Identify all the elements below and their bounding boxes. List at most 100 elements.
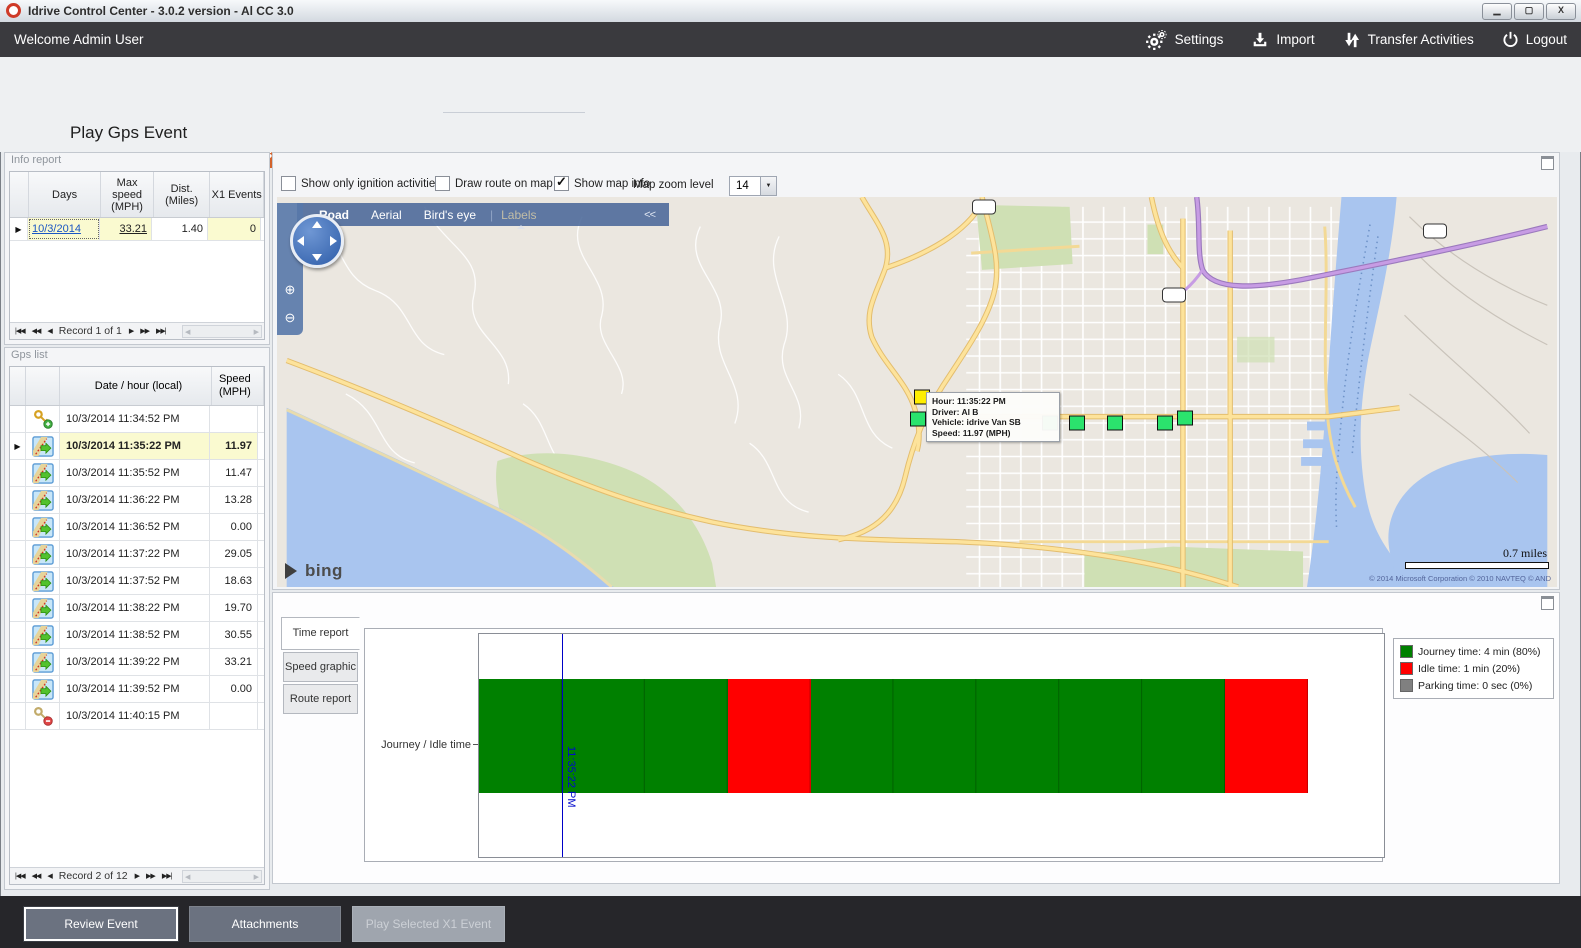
gps-marker[interactable] xyxy=(1107,416,1123,431)
play-selected-x1-event-button[interactable]: Play Selected X1 Event xyxy=(352,906,505,942)
welcome-text: Welcome Admin User xyxy=(14,22,144,57)
maximize-button[interactable]: ▢ xyxy=(1514,3,1544,20)
gps-list-row[interactable]: ▶ 10/3/2014 11:35:52 PM 11.47 xyxy=(10,460,264,487)
highway-shield xyxy=(972,200,996,215)
map-viewport[interactable]: Hour: 11:35:22 PM Driver: Al B Vehicle: … xyxy=(277,197,1557,587)
info-table-row[interactable]: ▶ 10/3/2014 33.21 1.40 0 xyxy=(10,218,264,241)
logout-button[interactable]: Logout xyxy=(1502,31,1567,48)
maximize-panel-icon[interactable] xyxy=(1541,156,1554,170)
transfer-activities-button[interactable]: Transfer Activities xyxy=(1343,31,1474,49)
highway-shield xyxy=(1423,224,1447,239)
gps-list-row[interactable]: ▶ 10/3/2014 11:36:22 PM 13.28 xyxy=(10,487,264,514)
map-style-aerial[interactable]: Aerial xyxy=(371,208,402,222)
column-header[interactable]: Date / hour (local) xyxy=(60,367,212,405)
prev-record-button[interactable]: ◀ xyxy=(47,327,51,335)
nav-tab-bar: Dashboard Events & Reviews MERGE Dvr GPS… xyxy=(0,57,1581,113)
gps-list-row[interactable]: ▶ 10/3/2014 11:35:22 PM 11.97 xyxy=(10,433,264,460)
import-button[interactable]: Import xyxy=(1251,31,1314,49)
gears-icon xyxy=(1146,30,1168,50)
close-button[interactable]: X xyxy=(1546,3,1576,20)
tab-speed-graphic[interactable]: Speed graphic xyxy=(283,652,358,682)
gps-list-row[interactable]: ▶ 10/3/2014 11:36:52 PM 0.00 xyxy=(10,514,264,541)
column-header[interactable]: Speed (MPH) xyxy=(212,367,264,405)
map-zoom-level-select[interactable]: 14 ▼ xyxy=(729,176,777,196)
gps-marker[interactable] xyxy=(1177,411,1193,426)
prev-page-button[interactable]: ◀◀ xyxy=(32,327,41,335)
prev-page-button[interactable]: ◀◀ xyxy=(32,872,41,880)
highway-shield xyxy=(1162,288,1186,303)
gps-speed: 30.55 xyxy=(210,622,258,648)
gps-list-panel: Gps list Date / hour (local) Speed (MPH)… xyxy=(4,347,270,890)
gps-list-row[interactable]: ▶ 10/3/2014 11:38:22 PM 19.70 xyxy=(10,595,264,622)
map-pan-control[interactable] xyxy=(290,214,344,268)
pan-up-icon[interactable] xyxy=(312,221,322,228)
prev-record-button[interactable]: ◀ xyxy=(47,872,51,880)
collapse-style-bar-button[interactable]: << xyxy=(644,209,655,221)
next-record-button[interactable]: ▶ xyxy=(135,872,139,880)
next-page-button[interactable]: ▶▶ xyxy=(140,327,149,335)
maximize-panel-icon[interactable] xyxy=(1541,596,1554,610)
page-title: Play Gps Event xyxy=(70,113,187,152)
gps-list-row[interactable]: ▶ 10/3/2014 11:39:22 PM 33.21 xyxy=(10,649,264,676)
gps-point-icon xyxy=(32,625,54,646)
legend-swatch xyxy=(1400,662,1413,675)
gps-marker[interactable] xyxy=(910,412,926,427)
pan-left-icon[interactable] xyxy=(297,236,304,246)
gps-speed: 29.05 xyxy=(210,541,258,567)
gps-marker[interactable] xyxy=(1157,416,1173,431)
checkbox-draw-route[interactable]: Draw route on map xyxy=(435,176,553,191)
timeline-segment xyxy=(728,679,811,793)
gps-row-icon xyxy=(26,703,60,729)
legend-item: Journey time: 4 min (80%) xyxy=(1400,643,1547,660)
gps-table-header: Date / hour (local) Speed (MPH) xyxy=(10,367,264,406)
last-record-button[interactable]: ▶▶| xyxy=(156,327,166,335)
current-time-line xyxy=(562,634,563,857)
first-record-button[interactable]: |◀◀ xyxy=(15,327,25,335)
column-header[interactable]: Dist. (Miles) xyxy=(154,172,211,217)
horizontal-scrollbar[interactable]: ◀▶ xyxy=(182,870,262,883)
gps-list-row[interactable]: ▶ 10/3/2014 11:37:52 PM 18.63 xyxy=(10,568,264,595)
gps-list-row[interactable]: ▶ 10/3/2014 11:37:22 PM 29.05 xyxy=(10,541,264,568)
map-panel: Show only ignition activities Draw route… xyxy=(272,152,1560,590)
gps-speed: 0.00 xyxy=(210,676,258,702)
date-link[interactable]: 10/3/2014 xyxy=(32,223,81,235)
gps-speed xyxy=(210,703,258,729)
gps-list-row[interactable]: ▶ 10/3/2014 11:40:15 PM xyxy=(10,703,264,730)
first-record-button[interactable]: |◀◀ xyxy=(15,872,25,880)
column-header[interactable]: Days xyxy=(29,172,101,217)
chart-plot-area: 11:35:22 PM xyxy=(478,633,1385,858)
gps-list-row[interactable]: ▶ 10/3/2014 11:39:52 PM 0.00 xyxy=(10,676,264,703)
gps-list-row[interactable]: ▶ 10/3/2014 11:38:52 PM 30.55 xyxy=(10,622,264,649)
tab-route-report[interactable]: Route report xyxy=(283,684,358,714)
gps-point-icon xyxy=(32,490,54,511)
last-record-button[interactable]: ▶▶| xyxy=(162,872,172,880)
settings-button[interactable]: Settings xyxy=(1146,30,1224,50)
chevron-down-icon[interactable]: ▼ xyxy=(760,177,776,195)
horizontal-scrollbar[interactable]: ◀▶ xyxy=(182,325,262,338)
next-page-button[interactable]: ▶▶ xyxy=(146,872,155,880)
gps-list-row[interactable]: ▶ 10/3/2014 11:34:52 PM xyxy=(10,406,264,433)
next-record-button[interactable]: ▶ xyxy=(129,327,133,335)
timeline-segment xyxy=(1059,679,1142,793)
column-header[interactable]: Max speed (MPH) xyxy=(101,172,154,217)
review-event-button[interactable]: Review Event xyxy=(23,906,179,942)
bing-logo: bing xyxy=(285,561,343,581)
map-style-labels[interactable]: Labels xyxy=(501,208,536,222)
minimize-button[interactable]: ▁ xyxy=(1482,3,1512,20)
tooltip-vehicle: Vehicle: idrive Van SB xyxy=(932,417,1054,428)
map-zoom-level-label: Map zoom level xyxy=(633,179,714,191)
gps-datetime: 10/3/2014 11:38:52 PM xyxy=(60,622,210,648)
timeline-segment xyxy=(811,679,894,793)
map-style-birds-eye[interactable]: Bird's eye xyxy=(424,208,476,222)
zoom-in-icon[interactable]: ⊕ xyxy=(281,281,299,299)
tab-time-report[interactable]: Time report xyxy=(281,617,360,650)
map-style-bar: Road Aerial Bird's eye | Labels << xyxy=(297,203,669,226)
column-header[interactable]: X1 Events xyxy=(210,172,264,217)
gps-speed: 13.28 xyxy=(210,487,258,513)
checkbox-show-ignition[interactable]: Show only ignition activities xyxy=(281,176,441,191)
gps-marker[interactable] xyxy=(1069,416,1085,431)
zoom-out-icon[interactable]: ⊖ xyxy=(281,309,299,327)
attachments-button[interactable]: Attachments xyxy=(189,906,341,942)
pan-right-icon[interactable] xyxy=(330,236,337,246)
pan-down-icon[interactable] xyxy=(312,254,322,261)
